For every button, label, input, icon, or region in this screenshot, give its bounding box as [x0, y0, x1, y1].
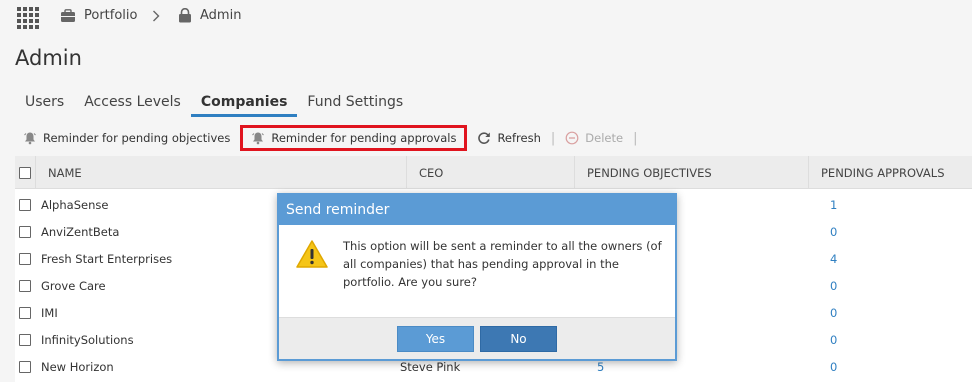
company-name: New Horizon	[41, 359, 114, 374]
refresh-button[interactable]: Refresh	[469, 125, 548, 151]
company-name: AnviZentBeta	[41, 224, 120, 239]
breadcrumb-admin[interactable]: Admin	[178, 8, 241, 23]
tab-bar: Users Access Levels Companies Fund Setti…	[15, 90, 413, 117]
company-name: AlphaSense	[41, 197, 109, 212]
pending-approvals-link[interactable]: 0	[830, 326, 837, 353]
page-title: Admin	[15, 46, 82, 70]
column-header-pending-approvals[interactable]: PENDING APPROVALS	[809, 156, 972, 189]
table-header: NAME CEO PENDING OBJECTIVES PENDING APPR…	[15, 156, 972, 189]
app-grid-icon[interactable]	[17, 7, 39, 29]
toolbar-separator: |	[550, 130, 556, 146]
dialog-title: Send reminder	[279, 195, 675, 225]
dialog-footer: Yes No	[279, 317, 675, 359]
warning-icon	[296, 240, 328, 268]
tab-companies[interactable]: Companies	[190, 90, 298, 117]
row-checkbox[interactable]	[19, 279, 31, 292]
row-checkbox[interactable]	[19, 225, 31, 238]
send-reminder-dialog: Send reminder This option will be sent a…	[277, 193, 677, 361]
reminder-objectives-label: Reminder for pending objectives	[43, 131, 231, 145]
company-name: Fresh Start Enterprises	[41, 251, 173, 266]
pending-approvals-link[interactable]: 0	[830, 272, 837, 299]
row-checkbox[interactable]	[19, 360, 31, 373]
bell-icon	[24, 132, 36, 145]
tab-access-levels[interactable]: Access Levels	[74, 90, 191, 117]
pending-approvals-link[interactable]: 0	[830, 218, 837, 245]
tab-users[interactable]: Users	[15, 90, 74, 117]
briefcase-icon	[61, 8, 75, 22]
reminder-approvals-button[interactable]: Reminder for pending approvals	[240, 125, 468, 151]
reminder-approvals-label: Reminder for pending approvals	[271, 131, 457, 145]
company-name: Grove Care	[41, 278, 106, 293]
row-checkbox[interactable]	[19, 198, 31, 211]
column-header-name[interactable]: NAME	[36, 156, 407, 189]
delete-button[interactable]: Delete	[557, 125, 631, 151]
row-checkbox[interactable]	[19, 252, 31, 265]
row-checkbox[interactable]	[19, 306, 31, 319]
minus-circle-icon	[565, 131, 579, 145]
row-checkbox[interactable]	[19, 333, 31, 346]
pending-approvals-link[interactable]: 1	[830, 191, 837, 218]
column-header-ceo[interactable]: CEO	[407, 156, 575, 189]
chevron-right-icon	[153, 10, 160, 22]
breadcrumb-portfolio[interactable]: Portfolio	[60, 8, 137, 23]
column-header-pending-objectives[interactable]: PENDING OBJECTIVES	[575, 156, 809, 189]
pending-approvals-link[interactable]: 4	[830, 245, 837, 272]
pending-approvals-link[interactable]: 0	[830, 353, 837, 380]
top-bar: Portfolio Admin	[0, 0, 972, 36]
lock-icon	[179, 8, 191, 23]
pending-approvals-link[interactable]: 0	[830, 299, 837, 326]
bell-icon	[252, 132, 265, 145]
delete-label: Delete	[585, 131, 624, 145]
dialog-message: This option will be sent a reminder to a…	[343, 239, 662, 289]
dialog-body: This option will be sent a reminder to a…	[279, 225, 675, 317]
breadcrumb-portfolio-label: Portfolio	[84, 8, 138, 23]
refresh-label: Refresh	[497, 131, 541, 145]
company-name: IMI	[41, 305, 58, 320]
no-button[interactable]: No	[480, 326, 557, 352]
select-all-cell	[15, 156, 36, 189]
refresh-icon	[478, 132, 491, 144]
tab-fund-settings[interactable]: Fund Settings	[297, 90, 413, 117]
yes-button[interactable]: Yes	[397, 326, 474, 352]
reminder-objectives-button[interactable]: Reminder for pending objectives	[15, 125, 238, 151]
company-name: InfinitySolutions	[41, 332, 134, 347]
select-all-checkbox[interactable]	[19, 166, 31, 179]
breadcrumb-admin-label: Admin	[200, 8, 242, 23]
toolbar: Reminder for pending objectives Reminder…	[15, 122, 972, 154]
toolbar-separator: |	[633, 130, 638, 146]
